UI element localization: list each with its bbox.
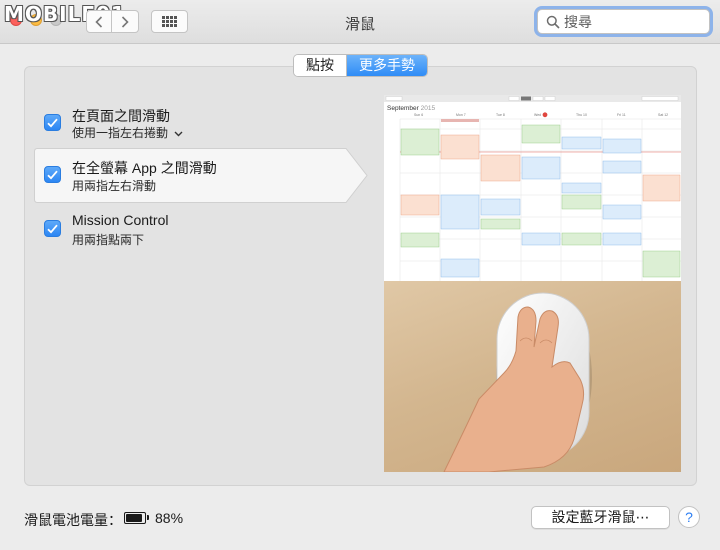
calendar-year: 2015 <box>421 105 436 112</box>
search-input[interactable] <box>564 13 694 30</box>
svg-text:Sat 12: Sat 12 <box>658 113 668 117</box>
battery-percentage: 88% <box>155 510 184 526</box>
magic-mouse-hand-image <box>384 281 681 472</box>
calendar-preview-image: September 2015 Sun 6 Mon 7 Tue 8 Wed Thu 10… <box>384 95 681 281</box>
search-field[interactable] <box>537 9 710 34</box>
svg-text:Fri 11: Fri 11 <box>617 113 626 117</box>
option-swipe-between-pages[interactable]: 在頁面之間滑動 使用一指左右捲動 <box>44 104 334 144</box>
setup-bluetooth-mouse-button[interactable]: 設定藍牙滑鼠⋯ <box>531 506 670 529</box>
option-subtitle-dropdown[interactable]: 使用一指左右捲動 <box>72 124 183 141</box>
svg-text:Thu 10: Thu 10 <box>576 113 587 117</box>
svg-text:Tue 8: Tue 8 <box>496 113 505 117</box>
chevron-down-icon <box>174 128 183 140</box>
svg-text:Wed: Wed <box>534 113 541 117</box>
option-title: 在頁面之間滑動 <box>72 108 170 124</box>
title-bar: MOBILE01 滑鼠 <box>0 0 720 44</box>
tab-segmented-control[interactable]: 點按 更多手勢 <box>293 54 428 77</box>
svg-text:September 2015: September 2015 <box>387 105 435 112</box>
option-subtitle: 用兩指左右滑動 <box>72 179 157 193</box>
search-icon <box>546 15 560 29</box>
swipe-pages-checkbox[interactable] <box>44 114 61 131</box>
help-button[interactable]: ? <box>678 506 700 528</box>
battery-fill <box>126 514 142 522</box>
option-subtitle: 用兩指點兩下 <box>72 233 145 247</box>
battery-level-label: 滑鼠電池電量： <box>24 512 122 528</box>
tab-more-gestures[interactable]: 更多手勢 <box>347 55 427 76</box>
swipe-apps-checkbox[interactable] <box>44 166 61 183</box>
mission-control-checkbox[interactable] <box>44 220 61 237</box>
checkmark-icon <box>47 118 58 128</box>
option-title: Mission Control <box>72 212 169 228</box>
checkmark-icon <box>47 170 58 180</box>
option-mission-control[interactable]: Mission Control 用兩指點兩下 <box>44 210 334 250</box>
svg-text:Mon 7: Mon 7 <box>456 113 466 117</box>
tab-point-click[interactable]: 點按 <box>294 55 347 76</box>
battery-icon <box>124 512 149 524</box>
gesture-preview-video: September 2015 Sun 6 Mon 7 Tue 8 Wed Thu 10… <box>384 95 681 472</box>
checkmark-icon <box>47 224 58 234</box>
calendar-month: September <box>387 105 420 112</box>
option-swipe-between-fullscreen-apps[interactable]: 在全螢幕 App 之間滑動 用兩指左右滑動 <box>44 156 334 196</box>
option-subtitle: 使用一指左右捲動 <box>72 126 169 140</box>
svg-text:Sun 6: Sun 6 <box>414 113 423 117</box>
option-title: 在全螢幕 App 之間滑動 <box>72 160 217 176</box>
